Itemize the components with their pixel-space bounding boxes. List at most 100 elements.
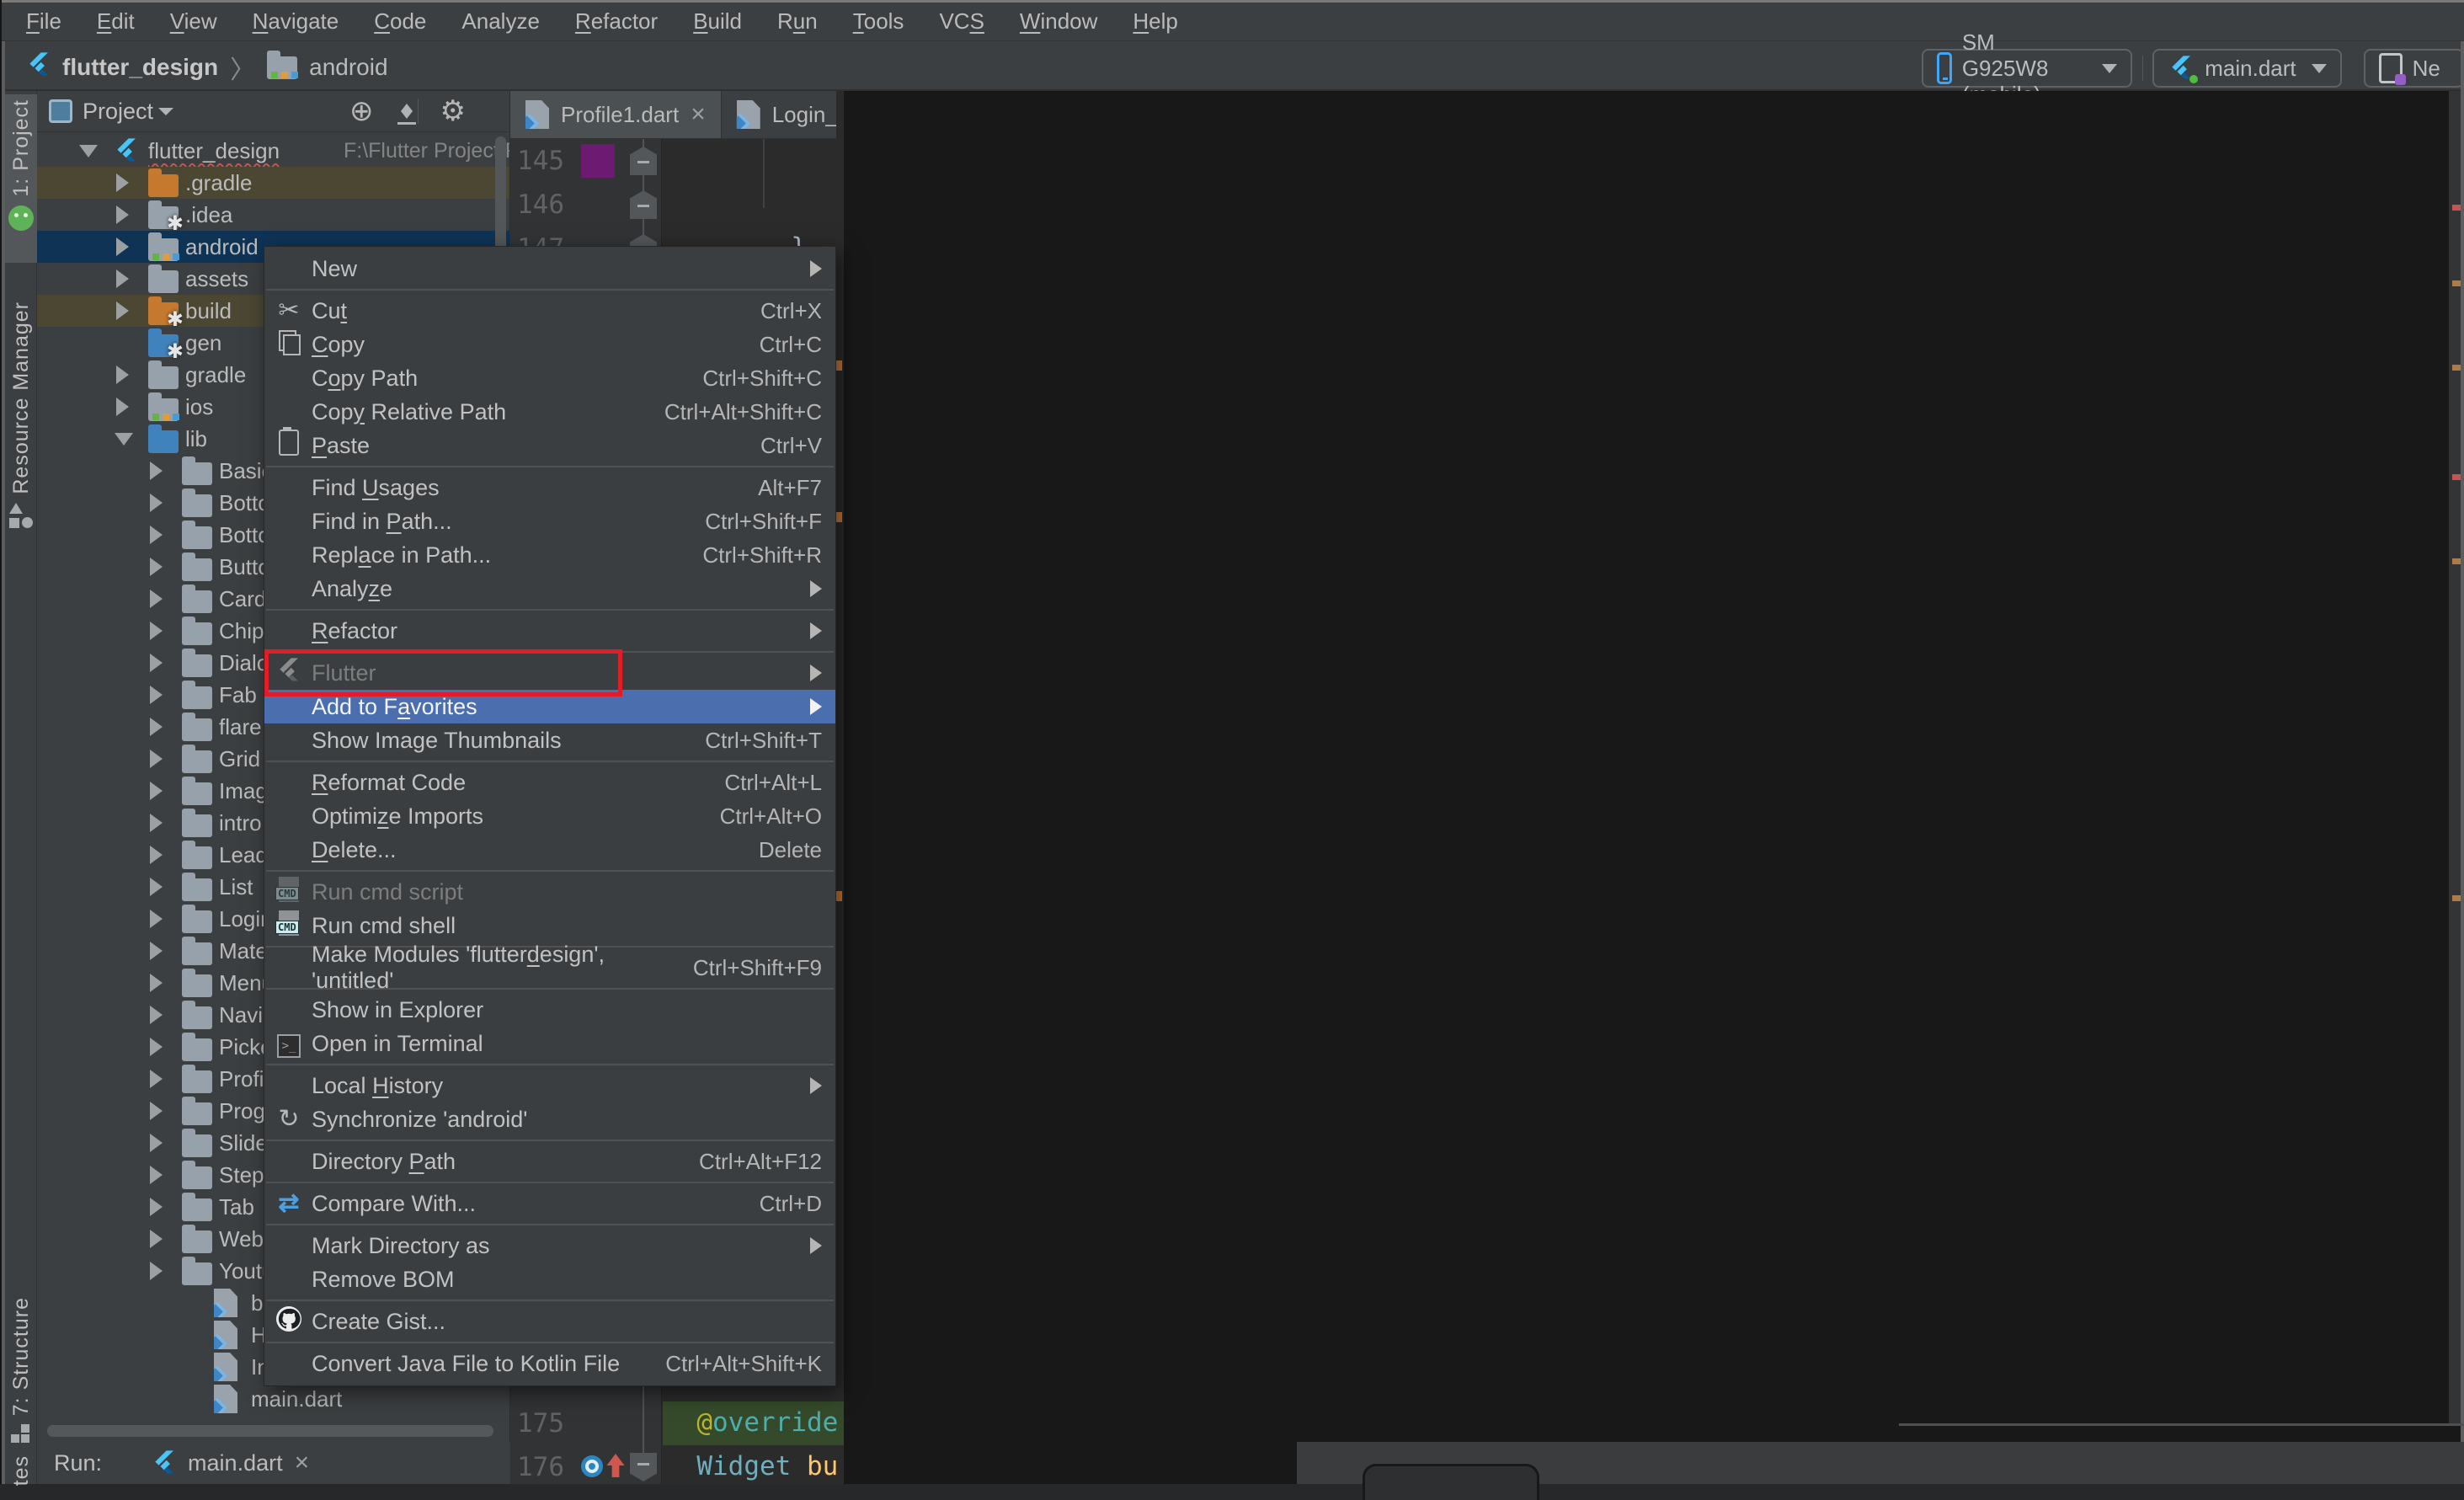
menu-item-paste[interactable]: PasteCtrl+V: [264, 429, 835, 462]
settings-gear-icon[interactable]: ⚙: [440, 99, 466, 125]
menubar-item-analyze[interactable]: Analyze: [444, 3, 557, 40]
menu-separator: [266, 1224, 834, 1225]
folder-icon: [182, 1003, 214, 1028]
chevron-right-icon: [150, 1102, 163, 1120]
error-stripe-mark[interactable]: [2452, 895, 2461, 901]
menubar-item-run[interactable]: Run: [760, 3, 835, 40]
menubar-item-window[interactable]: Window: [1002, 3, 1115, 40]
tree-row-flutter-design[interactable]: flutter_designF:\Flutter Project\Flutter…: [37, 135, 510, 167]
tree-row-idea[interactable]: .idea: [37, 199, 510, 231]
menubar-item-code[interactable]: Code: [356, 3, 444, 40]
bottom-right-divider: [1899, 1423, 2464, 1426]
menu-item-open-in-terminal[interactable]: >_Open in Terminal: [264, 1027, 835, 1060]
error-stripe-mark[interactable]: [2452, 205, 2461, 211]
tool-stripe-button-7-structure[interactable]: 7: Structure: [5, 1292, 37, 1454]
tree-label: ios: [185, 394, 213, 420]
menu-item-run-cmd-shell[interactable]: CMDRun cmd shell: [264, 909, 835, 942]
menu-item-directory-path[interactable]: Directory PathCtrl+Alt+F12: [264, 1145, 835, 1178]
editor-tab-profile1-dart[interactable]: Profile1.dart×: [510, 91, 722, 138]
submenu-arrow-icon: [810, 1237, 822, 1254]
menu-item-add-to-favorites[interactable]: Add to Favorites: [264, 690, 835, 723]
tool-stripe-button-resource-manager[interactable]: Resource Manager: [5, 296, 37, 622]
menu-item-label: Mark Directory as: [312, 1233, 490, 1259]
folder-icon: [182, 875, 214, 900]
menubar-item-view[interactable]: View: [152, 3, 235, 40]
chevron-right-icon: [150, 1166, 163, 1184]
chevron-right-icon: [150, 782, 163, 800]
menubar-item-vcs[interactable]: VCS: [921, 3, 1001, 40]
error-stripe-mark[interactable]: [2452, 558, 2461, 564]
menubar-item-tools[interactable]: Tools: [835, 3, 922, 40]
menubar-item-edit[interactable]: Edit: [79, 3, 152, 40]
menu-item-mark-directory-as[interactable]: Mark Directory as: [264, 1229, 835, 1262]
project-panel-header: Project ⊕ ⚙: [37, 91, 509, 132]
tree-horizontal-scrollbar[interactable]: [47, 1425, 493, 1437]
menu-item-new[interactable]: New: [264, 252, 835, 286]
menubar-item-navigate[interactable]: Navigate: [235, 3, 357, 40]
menubar-item-build[interactable]: Build: [675, 3, 760, 40]
menu-item-refactor[interactable]: Refactor: [264, 614, 835, 648]
code-line: @override: [665, 1407, 838, 1438]
menu-item-label: New: [312, 256, 357, 282]
menu-item-create-gist[interactable]: Create Gist...: [264, 1305, 835, 1338]
menu-item-cut[interactable]: ✂CutCtrl+X: [264, 294, 835, 328]
menu-item-label: Find in Path...: [312, 509, 452, 535]
menu-item-optimize-imports[interactable]: Optimize ImportsCtrl+Alt+O: [264, 799, 835, 833]
flutter-icon: [2168, 55, 2195, 82]
chevron-right-icon: [150, 1006, 163, 1024]
menu-item-label: Local History: [312, 1073, 443, 1099]
menu-item-make-modules-flutterdesign-untitled[interactable]: Make Modules 'flutterdesign', 'untitled'…: [264, 951, 835, 985]
menu-item-shortcut: Ctrl+Shift+C: [669, 366, 822, 392]
menu-item-local-history[interactable]: Local History: [264, 1069, 835, 1102]
menubar-item-help[interactable]: Help: [1115, 3, 1195, 40]
error-stripe-mark[interactable]: [2452, 365, 2461, 371]
menu-item-replace-in-path[interactable]: Replace in Path...Ctrl+Shift+R: [264, 538, 835, 572]
partial-overlay-button[interactable]: [1363, 1464, 1539, 1500]
menu-item-find-in-path[interactable]: Find in Path...Ctrl+Shift+F: [264, 504, 835, 538]
menu-item-remove-bom[interactable]: Remove BOM: [264, 1262, 835, 1296]
tool-stripe-button-1-project[interactable]: 1: Project: [5, 94, 37, 263]
close-icon[interactable]: ×: [691, 100, 706, 129]
menu-item-copy[interactable]: CopyCtrl+C: [264, 328, 835, 361]
menu-item-run-cmd-script: CMDRun cmd script: [264, 875, 835, 909]
menu-item-show-image-thumbnails[interactable]: Show Image ThumbnailsCtrl+Shift+T: [264, 723, 835, 757]
menu-item-shortcut: Ctrl+Alt+L: [691, 770, 822, 796]
chevron-right-icon: [150, 1038, 163, 1056]
chevron-right-icon: [150, 558, 163, 576]
override-marker-icon[interactable]: [581, 1455, 603, 1477]
editor-tab-login-outli[interactable]: Login_Outli: [722, 91, 844, 138]
github-icon: [273, 1306, 305, 1337]
error-stripe-mark[interactable]: [2452, 280, 2461, 286]
menu-item-show-in-explorer[interactable]: Show in Explorer: [264, 993, 835, 1027]
tree-row-main-dart[interactable]: main.dart: [37, 1383, 510, 1415]
chevron-right-icon: [150, 1198, 163, 1216]
tool-stripe-button-tes[interactable]: tes: [5, 1450, 37, 1484]
device-selector[interactable]: SM G925W8 (mobile): [1922, 49, 2132, 88]
close-icon[interactable]: ×: [295, 1449, 310, 1477]
run-tab-main-dart[interactable]: main.dart×: [151, 1449, 309, 1477]
menu-item-copy-relative-path[interactable]: Copy Relative PathCtrl+Alt+Shift+C: [264, 395, 835, 429]
run-config-selector[interactable]: main.dart: [2152, 49, 2341, 88]
folder-dots-icon: [148, 395, 180, 420]
menubar-item-file[interactable]: File: [8, 3, 79, 40]
menu-item-reformat-code[interactable]: Reformat CodeCtrl+Alt+L: [264, 766, 835, 799]
menu-item-convert-java-file-to-kotlin-file[interactable]: Convert Java File to Kotlin FileCtrl+Alt…: [264, 1347, 835, 1380]
menu-item-analyze[interactable]: Analyze: [264, 572, 835, 606]
folder-icon: [182, 843, 214, 868]
locate-icon[interactable]: ⊕: [349, 99, 374, 125]
partial-toolbar-button[interactable]: Ne: [2364, 49, 2464, 88]
cmd-shell-icon: CMD: [273, 910, 305, 942]
menu-item-delete[interactable]: Delete...Delete: [264, 833, 835, 867]
menu-item-find-usages[interactable]: Find UsagesAlt+F7: [264, 471, 835, 504]
tree-row-gradle[interactable]: .gradle: [37, 167, 510, 199]
menubar-item-refactor[interactable]: Refactor: [557, 3, 675, 40]
panel-title[interactable]: Project: [83, 99, 153, 125]
error-stripe-mark[interactable]: [2452, 474, 2461, 480]
chevron-right-icon: [150, 526, 163, 544]
menu-item-synchronize-android[interactable]: ↻Synchronize 'android': [264, 1102, 835, 1136]
color-preview-swatch[interactable]: [581, 144, 615, 178]
breadcrumb-project[interactable]: flutter_design: [62, 54, 218, 81]
breadcrumb-android[interactable]: android: [309, 54, 387, 81]
menu-item-compare-with[interactable]: ⇄Compare With...Ctrl+D: [264, 1187, 835, 1220]
menu-item-copy-path[interactable]: Copy PathCtrl+Shift+C: [264, 361, 835, 395]
